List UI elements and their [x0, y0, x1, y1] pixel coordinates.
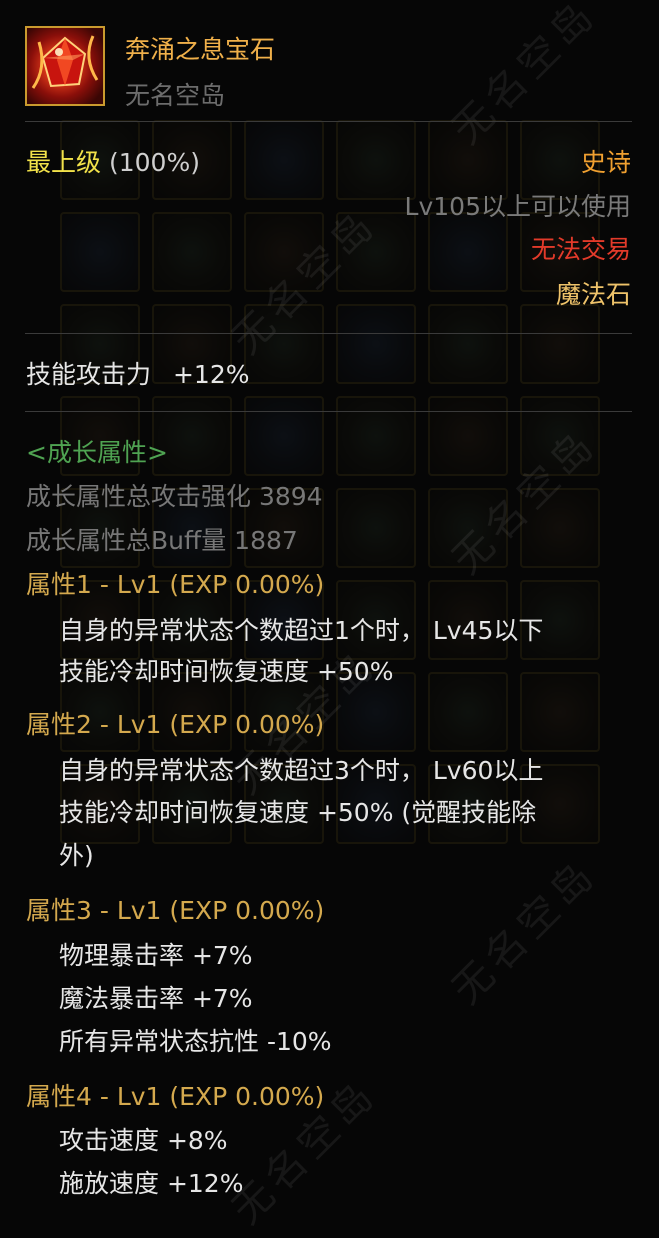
- attribute-title: 属性2 - Lv1 (EXP 0.00%): [26, 710, 325, 739]
- background-slot: [244, 396, 324, 476]
- growth-header: <成长属性>: [26, 438, 168, 467]
- attribute-line: 攻击速度 +8%: [59, 1126, 228, 1155]
- background-slot: [520, 672, 600, 752]
- background-slot: [428, 304, 508, 384]
- background-slot: [428, 396, 508, 476]
- background-slot: [244, 120, 324, 200]
- stat-label: 技能攻击力: [26, 360, 152, 389]
- divider: [25, 333, 632, 334]
- item-name: 奔涌之息宝石: [125, 35, 276, 64]
- skill-attack-stat: 技能攻击力 +12%: [26, 359, 249, 391]
- attribute-line: 魔法暴击率 +7%: [59, 984, 253, 1013]
- growth-total-buff: 成长属性总Buff量 1887: [26, 526, 298, 555]
- item-tooltip: 无名空岛 无名空岛 无名空岛 无名空岛 无名空岛 无名空岛 奔涌之息宝石 无名空…: [0, 0, 659, 1238]
- attribute-title: 属性3 - Lv1 (EXP 0.00%): [26, 896, 325, 925]
- background-slot: [520, 304, 600, 384]
- item-header: 奔涌之息宝石 无名空岛: [25, 26, 635, 110]
- stat-value: +12%: [172, 360, 250, 389]
- divider: [25, 121, 632, 122]
- trade-status: 无法交易: [530, 235, 631, 264]
- attribute-title: 属性1 - Lv1 (EXP 0.00%): [26, 570, 325, 599]
- background-slot: [428, 672, 508, 752]
- background-slot: [336, 120, 416, 200]
- item-category: 魔法石: [555, 280, 631, 309]
- item-grade: 最上级 (100%): [26, 147, 200, 179]
- attribute-line: 自身的异常状态个数超过3个时， Lv60以上: [59, 756, 544, 785]
- attribute-line: 施放速度 +12%: [59, 1169, 244, 1198]
- background-slot: [60, 212, 140, 292]
- background-slot: [428, 212, 508, 292]
- background-slot: [336, 396, 416, 476]
- attribute-line: 技能冷却时间恢复速度 +50% (觉醒技能除: [59, 798, 537, 827]
- attribute-line: 外): [59, 841, 94, 870]
- growth-total-attack: 成长属性总攻击强化 3894: [26, 482, 323, 511]
- attribute-line: 所有异常状态抗性 -10%: [59, 1027, 332, 1056]
- rarity-label: 史诗: [580, 148, 631, 177]
- item-source: 无名空岛: [125, 81, 226, 110]
- grade-name: 最上级: [26, 148, 102, 177]
- background-slot: [336, 488, 416, 568]
- background-slot: [152, 212, 232, 292]
- level-requirement: Lv105以上可以使用: [404, 192, 631, 221]
- divider: [25, 411, 632, 412]
- attribute-line: 技能冷却时间恢复速度 +50%: [59, 657, 394, 686]
- grade-percent: (100%): [108, 148, 200, 177]
- attribute-title: 属性4 - Lv1 (EXP 0.00%): [26, 1082, 325, 1111]
- red-gem-icon: [25, 26, 105, 106]
- background-slot: [336, 304, 416, 384]
- attribute-line: 自身的异常状态个数超过1个时， Lv45以下: [59, 616, 544, 645]
- attribute-line: 物理暴击率 +7%: [59, 941, 253, 970]
